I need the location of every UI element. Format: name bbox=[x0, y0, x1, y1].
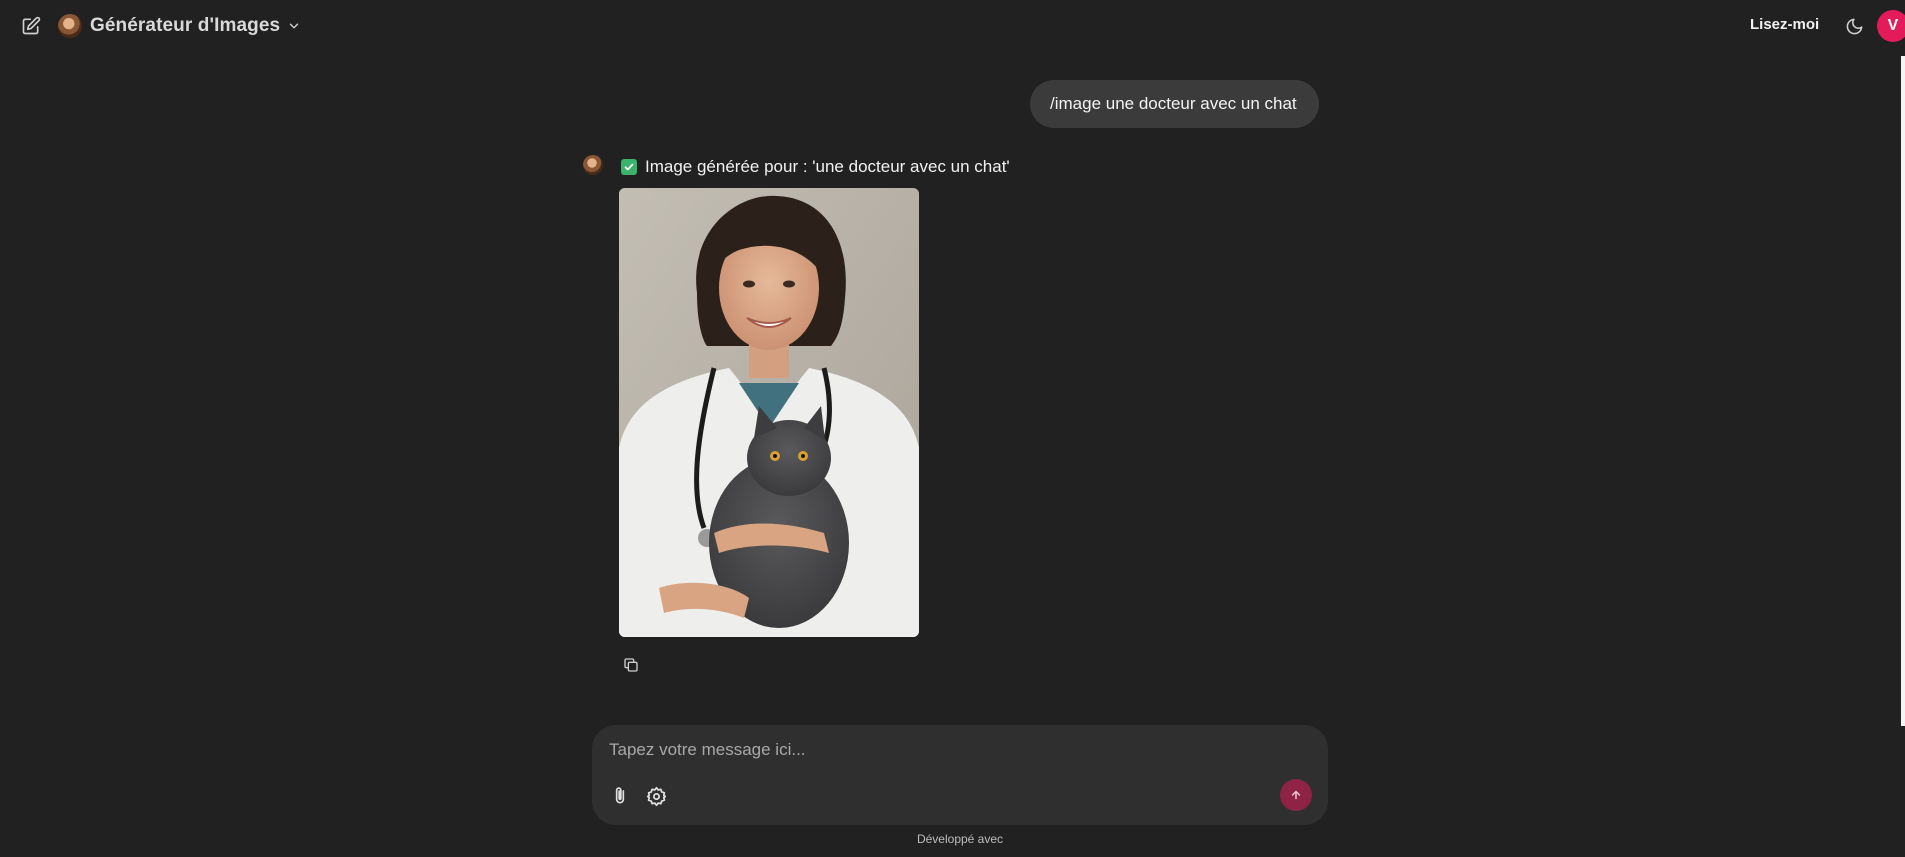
message-composer bbox=[592, 725, 1328, 825]
assistant-message-text: Image générée pour : 'une docteur avec u… bbox=[645, 157, 1010, 176]
chat-page: Générateur d'Images Lisez-moi V /image u… bbox=[0, 0, 1905, 857]
send-button[interactable] bbox=[1280, 779, 1312, 811]
message-input[interactable] bbox=[609, 735, 1309, 765]
attach-button[interactable] bbox=[608, 784, 632, 808]
chevron-down-icon bbox=[287, 19, 301, 33]
user-message-text: /image une docteur avec un chat bbox=[1050, 94, 1297, 113]
readme-link[interactable]: Lisez-moi bbox=[1750, 16, 1819, 33]
assistant-avatar bbox=[583, 155, 603, 175]
model-name: Générateur d'Images bbox=[90, 15, 281, 36]
model-avatar bbox=[58, 14, 82, 38]
edit-pencil-icon bbox=[22, 16, 41, 35]
footer-text: Développé avec bbox=[916, 832, 1004, 846]
copy-icon bbox=[624, 658, 638, 672]
assistant-message: Image générée pour : 'une docteur avec u… bbox=[621, 156, 1010, 178]
generated-image[interactable] bbox=[619, 188, 919, 637]
footer-note: Développé avec bbox=[0, 832, 1905, 846]
theme-toggle-button[interactable] bbox=[1843, 15, 1865, 37]
scrollbar[interactable] bbox=[1901, 56, 1905, 726]
gear-icon bbox=[646, 786, 666, 806]
generated-image-illustration bbox=[619, 188, 919, 637]
paperclip-icon bbox=[615, 787, 625, 804]
check-mark-button-icon bbox=[621, 159, 637, 175]
user-avatar[interactable]: V bbox=[1877, 10, 1905, 42]
new-chat-button[interactable] bbox=[18, 13, 44, 39]
arrow-up-icon bbox=[1291, 790, 1301, 800]
settings-button[interactable] bbox=[644, 784, 668, 808]
top-bar: Générateur d'Images Lisez-moi V bbox=[0, 0, 1905, 52]
user-message-bubble: /image une docteur avec un chat bbox=[1030, 80, 1319, 128]
model-selector[interactable]: Générateur d'Images bbox=[58, 12, 301, 40]
copy-button[interactable] bbox=[621, 655, 641, 675]
moon-icon bbox=[1846, 18, 1862, 34]
